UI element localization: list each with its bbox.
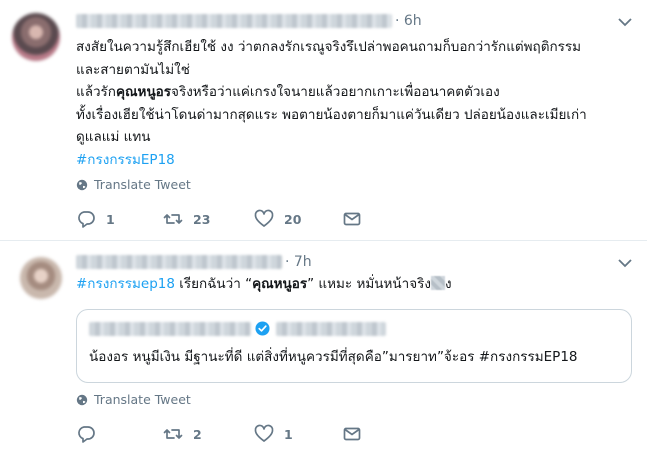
retweet-icon [163, 214, 183, 224]
hashtag-link[interactable]: #กรงกรรมep18 [76, 276, 175, 292]
retweet-count: 2 [193, 426, 202, 442]
reply-icon [78, 426, 95, 443]
retweet-icon [163, 429, 183, 439]
quoted-tweet-text: น้องอร หนูมีเงิน มีฐานะที่ดี แต่สิ่งที่ห… [89, 349, 578, 365]
text-segment: ” แหมะ หมั่นหน้าจริง [307, 276, 431, 292]
globe-icon [76, 394, 88, 405]
translate-label: Translate Tweet [94, 177, 191, 192]
retweet-button[interactable]: 23 [163, 209, 210, 229]
envelope-icon [343, 212, 361, 226]
mention-bold-text: คุณหนูอร [252, 276, 308, 292]
blurred-display-name[interactable] [89, 321, 251, 336]
like-count: 20 [284, 211, 302, 227]
envelope-icon [343, 427, 361, 441]
tweet-text: #กรงกรรมep18 เรียกฉันว่า “คุณหนูอร” แหมะ… [76, 273, 452, 295]
reply-icon [78, 211, 95, 228]
retweet-count: 23 [193, 211, 211, 227]
translate-tweet-link[interactable]: Translate Tweet [76, 177, 191, 192]
tweet-timestamp[interactable]: · 7h [285, 254, 312, 270]
direct-message-button[interactable] [342, 424, 372, 444]
blurred-username[interactable] [76, 255, 282, 269]
translate-label: Translate Tweet [94, 392, 191, 407]
heart-icon [254, 424, 274, 442]
tweet-timestamp[interactable]: · 6h [395, 13, 422, 29]
reply-button[interactable] [76, 424, 106, 444]
quoted-tweet-header [89, 321, 386, 336]
chevron-down-icon[interactable] [617, 257, 633, 269]
reply-count: 1 [106, 211, 115, 227]
tweet-actions: 1 23 20 [76, 209, 376, 233]
mention-bold-text: คุณหนูอร [115, 84, 172, 100]
blurred-handle[interactable] [276, 321, 386, 336]
tweet[interactable]: · 7h #กรงกรรมep18 เรียกฉันว่า “คุณหนูอร”… [0, 241, 647, 454]
tweet-text-line: ดูแลแม่ แทน [76, 129, 151, 145]
retweet-button[interactable]: 2 [163, 424, 202, 444]
verified-badge-icon [255, 321, 270, 336]
text-segment: แล้วรัก [76, 84, 116, 100]
like-button[interactable]: 1 [254, 424, 293, 444]
chevron-down-icon[interactable] [617, 16, 633, 28]
quoted-tweet[interactable]: น้องอร หนูมีเงิน มีฐานะที่ดี แต่สิ่งที่ห… [76, 309, 632, 383]
tweet-text-line: และสายตามันไม่ใช่ [76, 61, 190, 78]
tweet-text-line: ทั้งเรื่องเฮียใช้น่าโดนด่ามากสุดแระ พอตา… [76, 106, 587, 123]
globe-icon [76, 179, 88, 190]
avatar[interactable] [20, 257, 62, 299]
tweet-header: · 6h [76, 10, 422, 32]
text-segment: จริงหรือว่าแค่เกรงใจนายแล้วอยากเกาะเพื่อ… [171, 84, 500, 100]
tweet-header: · 7h [76, 251, 312, 273]
reply-button[interactable]: 1 [76, 209, 115, 229]
text-segment: เรียกฉันว่า “ [174, 276, 253, 292]
text-segment: ง [444, 276, 452, 292]
like-count: 1 [284, 426, 293, 442]
tweet-text-line: แล้วรักคุณหนูอรจริงหรือว่าแค่เกรงใจนายแล… [76, 81, 587, 104]
censored-text [430, 276, 445, 290]
tweet-text-line: สงสัยในความรู้สึกเฮียใช้ งง ว่าตกลงรักเร… [76, 39, 582, 55]
direct-message-button[interactable] [342, 209, 372, 229]
heart-icon [254, 209, 274, 227]
avatar[interactable] [12, 13, 60, 61]
hashtag-link[interactable]: #กรงกรรมEP18 [76, 149, 587, 172]
translate-tweet-link[interactable]: Translate Tweet [76, 392, 191, 407]
blurred-username[interactable] [76, 14, 392, 28]
tweet-text: สงสัยในความรู้สึกเฮียใช้ งง ว่าตกลงรักเร… [76, 36, 587, 171]
like-button[interactable]: 20 [254, 209, 301, 229]
tweet-actions: 2 1 [76, 424, 376, 448]
tweet[interactable]: · 6h สงสัยในความรู้สึกเฮียใช้ งง ว่าตกลง… [0, 0, 647, 240]
